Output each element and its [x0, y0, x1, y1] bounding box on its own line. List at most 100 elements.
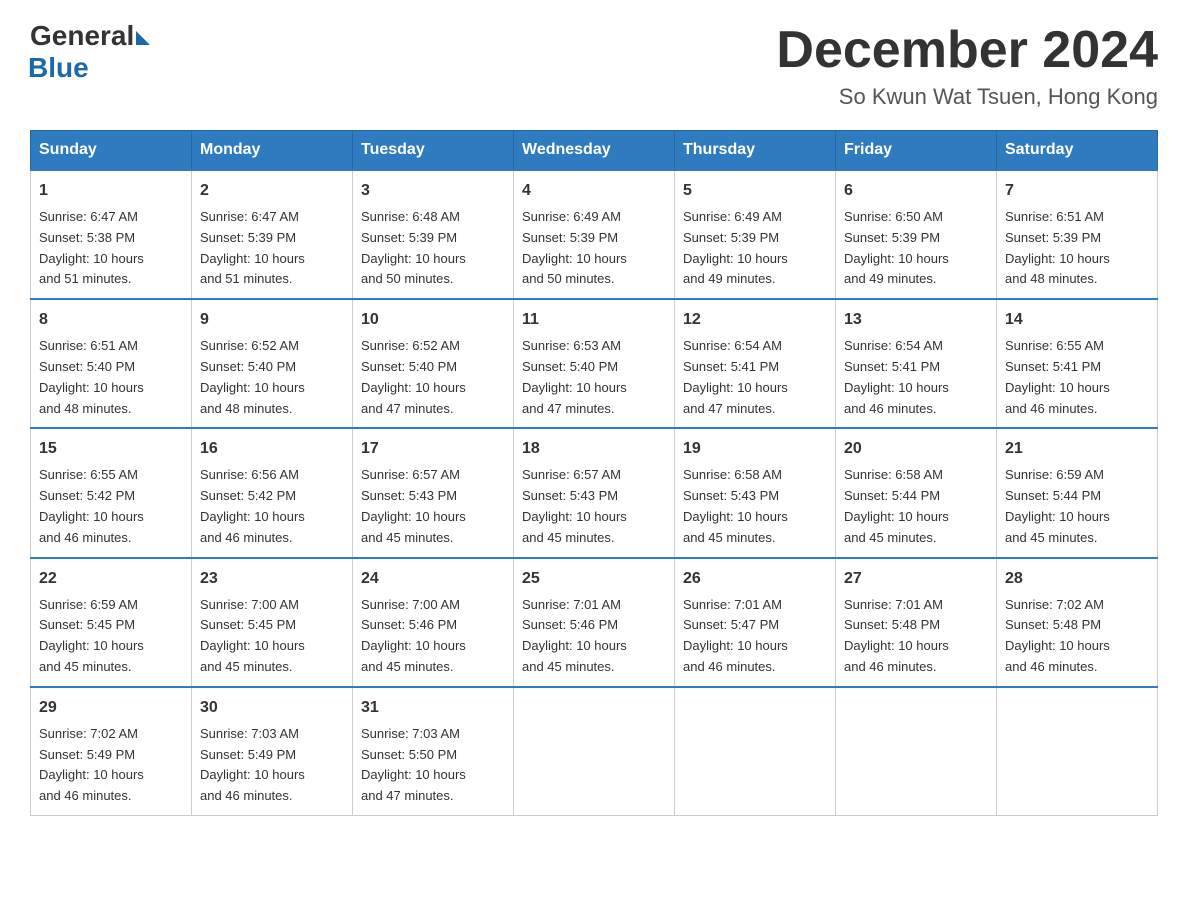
- day-number: 1: [39, 179, 183, 203]
- day-number: 2: [200, 179, 344, 203]
- calendar-cell: 22Sunrise: 6:59 AMSunset: 5:45 PMDayligh…: [31, 558, 192, 687]
- day-info: Sunrise: 6:48 AMSunset: 5:39 PMDaylight:…: [361, 207, 505, 290]
- day-number: 27: [844, 567, 988, 591]
- day-info: Sunrise: 6:49 AMSunset: 5:39 PMDaylight:…: [683, 207, 827, 290]
- day-info: Sunrise: 6:51 AMSunset: 5:39 PMDaylight:…: [1005, 207, 1149, 290]
- calendar-cell: [836, 687, 997, 816]
- logo-blue-text: Blue: [28, 52, 89, 84]
- day-number: 24: [361, 567, 505, 591]
- logo-triangle-icon: [136, 31, 150, 45]
- calendar-cell: 30Sunrise: 7:03 AMSunset: 5:49 PMDayligh…: [192, 687, 353, 816]
- week-row-1: 1 Sunrise: 6:47 AMSunset: 5:38 PMDaylight…: [31, 170, 1158, 299]
- day-info: Sunrise: 6:54 AMSunset: 5:41 PMDaylight:…: [844, 336, 988, 419]
- day-info: Sunrise: 7:02 AMSunset: 5:48 PMDaylight:…: [1005, 595, 1149, 678]
- calendar-cell: 13 Sunrise: 6:54 AMSunset: 5:41 PMDayligh…: [836, 299, 997, 428]
- day-number: 4: [522, 179, 666, 203]
- calendar-cell: 16 Sunrise: 6:56 AMSunset: 5:42 PMDayligh…: [192, 428, 353, 557]
- logo: General Blue: [30, 20, 150, 84]
- calendar-cell: 31 Sunrise: 7:03 AMSunset: 5:50 PMDayligh…: [353, 687, 514, 816]
- day-number: 25: [522, 567, 666, 591]
- day-info: Sunrise: 6:57 AMSunset: 5:43 PMDaylight:…: [361, 465, 505, 548]
- calendar-cell: [514, 687, 675, 816]
- day-info: Sunrise: 6:53 AMSunset: 5:40 PMDaylight:…: [522, 336, 666, 419]
- day-number: 21: [1005, 437, 1149, 461]
- calendar-cell: 3 Sunrise: 6:48 AMSunset: 5:39 PMDaylight…: [353, 170, 514, 299]
- day-info: Sunrise: 6:58 AMSunset: 5:44 PMDaylight:…: [844, 465, 988, 548]
- day-info: Sunrise: 6:54 AMSunset: 5:41 PMDaylight:…: [683, 336, 827, 419]
- week-row-3: 15Sunrise: 6:55 AMSunset: 5:42 PMDayligh…: [31, 428, 1158, 557]
- day-info: Sunrise: 6:55 AMSunset: 5:41 PMDaylight:…: [1005, 336, 1149, 419]
- calendar-cell: 29Sunrise: 7:02 AMSunset: 5:49 PMDayligh…: [31, 687, 192, 816]
- calendar-cell: 21 Sunrise: 6:59 AMSunset: 5:44 PMDayligh…: [997, 428, 1158, 557]
- day-number: 3: [361, 179, 505, 203]
- day-number: 12: [683, 308, 827, 332]
- day-number: 9: [200, 308, 344, 332]
- week-row-4: 22Sunrise: 6:59 AMSunset: 5:45 PMDayligh…: [31, 558, 1158, 687]
- day-info: Sunrise: 6:49 AMSunset: 5:39 PMDaylight:…: [522, 207, 666, 290]
- day-number: 8: [39, 308, 183, 332]
- calendar-cell: 2 Sunrise: 6:47 AMSunset: 5:39 PMDaylight…: [192, 170, 353, 299]
- header-row: SundayMondayTuesdayWednesdayThursdayFrid…: [31, 131, 1158, 171]
- week-row-2: 8 Sunrise: 6:51 AMSunset: 5:40 PMDaylight…: [31, 299, 1158, 428]
- day-number: 31: [361, 696, 505, 720]
- day-info: Sunrise: 7:03 AMSunset: 5:50 PMDaylight:…: [361, 724, 505, 807]
- calendar-cell: 7 Sunrise: 6:51 AMSunset: 5:39 PMDaylight…: [997, 170, 1158, 299]
- calendar-cell: 25Sunrise: 7:01 AMSunset: 5:46 PMDayligh…: [514, 558, 675, 687]
- day-info: Sunrise: 6:56 AMSunset: 5:42 PMDaylight:…: [200, 465, 344, 548]
- day-info: Sunrise: 6:58 AMSunset: 5:43 PMDaylight:…: [683, 465, 827, 548]
- calendar-cell: 27 Sunrise: 7:01 AMSunset: 5:48 PMDayligh…: [836, 558, 997, 687]
- calendar-cell: 1 Sunrise: 6:47 AMSunset: 5:38 PMDaylight…: [31, 170, 192, 299]
- day-number: 20: [844, 437, 988, 461]
- day-info: Sunrise: 6:50 AMSunset: 5:39 PMDaylight:…: [844, 207, 988, 290]
- day-number: 18: [522, 437, 666, 461]
- calendar-cell: 8 Sunrise: 6:51 AMSunset: 5:40 PMDaylight…: [31, 299, 192, 428]
- day-number: 6: [844, 179, 988, 203]
- title-area: December 2024 So Kwun Wat Tsuen, Hong Ko…: [776, 20, 1158, 110]
- day-info: Sunrise: 6:52 AMSunset: 5:40 PMDaylight:…: [200, 336, 344, 419]
- calendar-cell: 11 Sunrise: 6:53 AMSunset: 5:40 PMDayligh…: [514, 299, 675, 428]
- calendar-cell: 19 Sunrise: 6:58 AMSunset: 5:43 PMDayligh…: [675, 428, 836, 557]
- header-saturday: Saturday: [997, 131, 1158, 171]
- day-number: 16: [200, 437, 344, 461]
- calendar-cell: [997, 687, 1158, 816]
- logo-general-text: General: [30, 20, 134, 52]
- calendar-cell: 5 Sunrise: 6:49 AMSunset: 5:39 PMDaylight…: [675, 170, 836, 299]
- calendar-cell: 28 Sunrise: 7:02 AMSunset: 5:48 PMDayligh…: [997, 558, 1158, 687]
- calendar-title: December 2024: [776, 20, 1158, 80]
- day-number: 11: [522, 308, 666, 332]
- day-info: Sunrise: 6:59 AMSunset: 5:44 PMDaylight:…: [1005, 465, 1149, 548]
- day-number: 19: [683, 437, 827, 461]
- calendar-cell: 14Sunrise: 6:55 AMSunset: 5:41 PMDayligh…: [997, 299, 1158, 428]
- day-number: 5: [683, 179, 827, 203]
- day-info: Sunrise: 6:57 AMSunset: 5:43 PMDaylight:…: [522, 465, 666, 548]
- day-info: Sunrise: 6:52 AMSunset: 5:40 PMDaylight:…: [361, 336, 505, 419]
- calendar-cell: 20 Sunrise: 6:58 AMSunset: 5:44 PMDayligh…: [836, 428, 997, 557]
- calendar-cell: [675, 687, 836, 816]
- day-number: 22: [39, 567, 183, 591]
- header-sunday: Sunday: [31, 131, 192, 171]
- day-info: Sunrise: 6:51 AMSunset: 5:40 PMDaylight:…: [39, 336, 183, 419]
- day-number: 10: [361, 308, 505, 332]
- calendar-cell: 9 Sunrise: 6:52 AMSunset: 5:40 PMDaylight…: [192, 299, 353, 428]
- day-info: Sunrise: 7:01 AMSunset: 5:48 PMDaylight:…: [844, 595, 988, 678]
- day-info: Sunrise: 6:47 AMSunset: 5:39 PMDaylight:…: [200, 207, 344, 290]
- calendar-cell: 10 Sunrise: 6:52 AMSunset: 5:40 PMDayligh…: [353, 299, 514, 428]
- day-number: 30: [200, 696, 344, 720]
- day-number: 26: [683, 567, 827, 591]
- calendar-table: SundayMondayTuesdayWednesdayThursdayFrid…: [30, 130, 1158, 816]
- day-number: 28: [1005, 567, 1149, 591]
- header-wednesday: Wednesday: [514, 131, 675, 171]
- header-monday: Monday: [192, 131, 353, 171]
- page-header: General Blue December 2024 So Kwun Wat T…: [30, 20, 1158, 110]
- calendar-cell: 18 Sunrise: 6:57 AMSunset: 5:43 PMDayligh…: [514, 428, 675, 557]
- calendar-subtitle: So Kwun Wat Tsuen, Hong Kong: [776, 84, 1158, 110]
- day-info: Sunrise: 7:00 AMSunset: 5:46 PMDaylight:…: [361, 595, 505, 678]
- day-info: Sunrise: 6:47 AMSunset: 5:38 PMDaylight:…: [39, 207, 183, 290]
- day-info: Sunrise: 7:02 AMSunset: 5:49 PMDaylight:…: [39, 724, 183, 807]
- calendar-cell: 17Sunrise: 6:57 AMSunset: 5:43 PMDayligh…: [353, 428, 514, 557]
- header-friday: Friday: [836, 131, 997, 171]
- day-number: 13: [844, 308, 988, 332]
- calendar-cell: 12 Sunrise: 6:54 AMSunset: 5:41 PMDayligh…: [675, 299, 836, 428]
- header-tuesday: Tuesday: [353, 131, 514, 171]
- day-number: 7: [1005, 179, 1149, 203]
